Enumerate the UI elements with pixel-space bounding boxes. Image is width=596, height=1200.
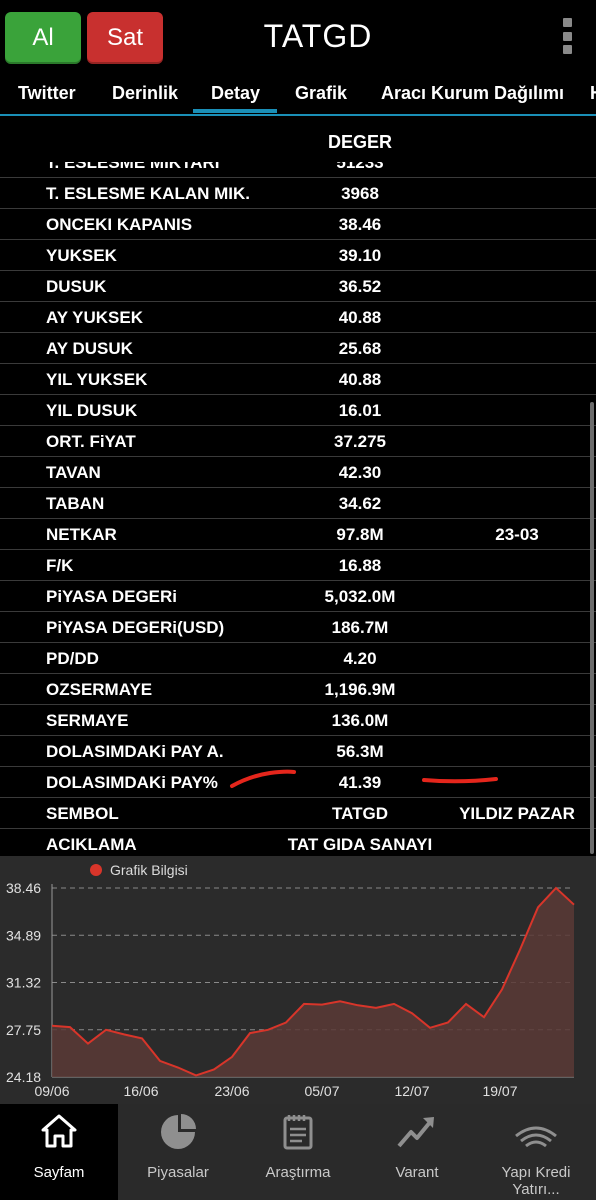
x-tick-label: 23/06 bbox=[214, 1083, 249, 1099]
nav-item-sayfam[interactable]: Sayfam bbox=[0, 1104, 118, 1200]
pie-chart-icon bbox=[161, 1114, 196, 1149]
nav-label: Sayfam bbox=[33, 1164, 85, 1181]
x-tick-label: 19/07 bbox=[482, 1083, 517, 1099]
nav-item-varant[interactable]: Varant bbox=[358, 1104, 476, 1200]
x-tick-label: 05/07 bbox=[304, 1083, 339, 1099]
annotation-marks bbox=[230, 769, 498, 788]
notepad-icon bbox=[283, 1115, 313, 1150]
price-chart[interactable]: Grafik Bilgisi 38.46 34.89 31.32 27.75 24.18 0… bbox=[0, 856, 596, 1104]
signal-icon bbox=[515, 1126, 557, 1148]
nav-item-yapi-kredi[interactable]: Yapı Kredi Yatırı... bbox=[476, 1104, 596, 1200]
x-tick-label: 12/07 bbox=[394, 1083, 429, 1099]
trend-up-icon bbox=[397, 1117, 434, 1148]
y-tick-label: 38.46 bbox=[6, 880, 41, 896]
y-tick-label: 31.32 bbox=[6, 975, 41, 991]
y-tick-label: 34.89 bbox=[6, 927, 41, 943]
annotation-stroke-right bbox=[422, 777, 498, 784]
x-tick-label: 16/06 bbox=[123, 1083, 158, 1099]
nav-label: Yapı Kredi Yatırı... bbox=[501, 1164, 571, 1198]
legend-label: Grafik Bilgisi bbox=[110, 862, 188, 878]
nav-label: Araştırma bbox=[265, 1164, 331, 1181]
home-icon bbox=[41, 1114, 77, 1148]
price-chart-svg: Grafik Bilgisi38.4634.8931.3227.7524.180… bbox=[6, 862, 575, 1099]
nav-label: Piyasalar bbox=[147, 1164, 209, 1181]
nav-item-piyasalar[interactable]: Piyasalar bbox=[118, 1104, 238, 1200]
y-tick-label: 27.75 bbox=[6, 1022, 41, 1038]
x-tick-label: 09/06 bbox=[34, 1083, 69, 1099]
nav-label: Varant bbox=[395, 1164, 439, 1181]
nav-item-arastirma[interactable]: Araştırma bbox=[238, 1104, 358, 1200]
legend-swatch bbox=[90, 864, 102, 876]
bottom-navigation: Sayfam Piyasalar Araştırma Varant Yapı K… bbox=[0, 1104, 596, 1200]
annotation-stroke-left bbox=[230, 769, 296, 788]
